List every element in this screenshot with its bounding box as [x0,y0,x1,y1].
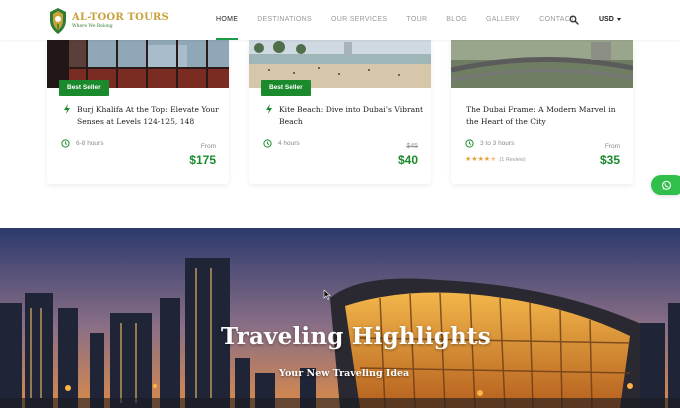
tour-price: $35 [599,153,620,167]
site-header: AL-TOOR TOURS Where We Belong HOME DESTI… [0,0,680,40]
logo[interactable]: AL-TOOR TOURS Where We Belong [48,6,169,36]
nav-gallery[interactable]: GALLERY [486,0,520,40]
clock-icon [465,139,474,148]
price-from-label: From [200,143,216,150]
tour-card[interactable]: The Dubai Frame: A Modern Marvel in the … [451,40,633,184]
lightning-icon [266,104,272,114]
tour-duration: 6-8 hours [61,139,103,148]
tour-duration: 3 to 3 hours [465,139,514,148]
whatsapp-icon [661,180,672,190]
tour-card[interactable]: Best Seller Burj Khalifa At the Top: Ele… [47,40,229,184]
nav-home[interactable]: HOME [216,0,239,40]
old-price: $45 [406,143,418,150]
dubai-skyline-image [0,228,680,408]
chevron-down-icon [616,17,621,21]
hero-title: Traveling Highlights [221,323,491,350]
tour-price: $40 [397,153,418,167]
duration-text: 6-8 hours [76,140,104,147]
review-count[interactable]: (1 Review) [499,157,525,163]
main-nav: HOME DESTINATIONS OUR SERVICES TOUR BLOG… [216,0,594,40]
best-seller-badge: Best Seller [261,80,311,96]
logo-title: AL-TOOR TOURS [72,12,169,23]
currency-selector[interactable]: USD [599,0,621,40]
whatsapp-button[interactable] [651,175,680,195]
tour-duration: 4 hours [263,139,300,148]
page: AL-TOOR TOURS Where We Belong HOME DESTI… [0,0,680,408]
highlights-hero: Traveling Highlights Your New Traveling … [0,228,680,408]
logo-tagline: Where We Belong [72,24,113,29]
dubai-frame-image [451,40,633,88]
currency-label: USD [599,16,614,23]
nav-destinations[interactable]: DESTINATIONS [257,0,312,40]
price-from-label: From [604,143,620,150]
lightning-icon [64,104,70,114]
nav-our-services[interactable]: OUR SERVICES [331,0,387,40]
nav-tour[interactable]: TOUR [406,0,427,40]
tour-title[interactable]: Kite Beach: Dive into Dubai’s Vibrant Be… [279,104,427,128]
mouse-cursor-icon [323,290,331,300]
rating-stars: ★ ★ ★ ★ ★ (1 Review) [465,156,526,164]
tour-price: $175 [189,153,216,167]
logo-emblem-icon [50,8,66,34]
tour-card[interactable]: Best Seller Kite Beach: Dive into Dubai’… [249,40,431,184]
tour-image[interactable] [451,40,633,88]
search-icon[interactable] [569,15,579,25]
hero-subtitle: Your New Traveling Idea [279,368,410,379]
duration-text: 3 to 3 hours [480,140,515,147]
nav-blog[interactable]: BLOG [446,0,467,40]
tour-title[interactable]: Burj Khalifa At the Top: Elevate Your Se… [77,104,225,128]
duration-text: 4 hours [278,140,300,147]
clock-icon [61,139,70,148]
tour-title[interactable]: The Dubai Frame: A Modern Marvel in the … [466,104,628,128]
clock-icon [263,139,272,148]
half-star-icon: ★ [490,156,497,163]
best-seller-badge: Best Seller [59,80,109,96]
